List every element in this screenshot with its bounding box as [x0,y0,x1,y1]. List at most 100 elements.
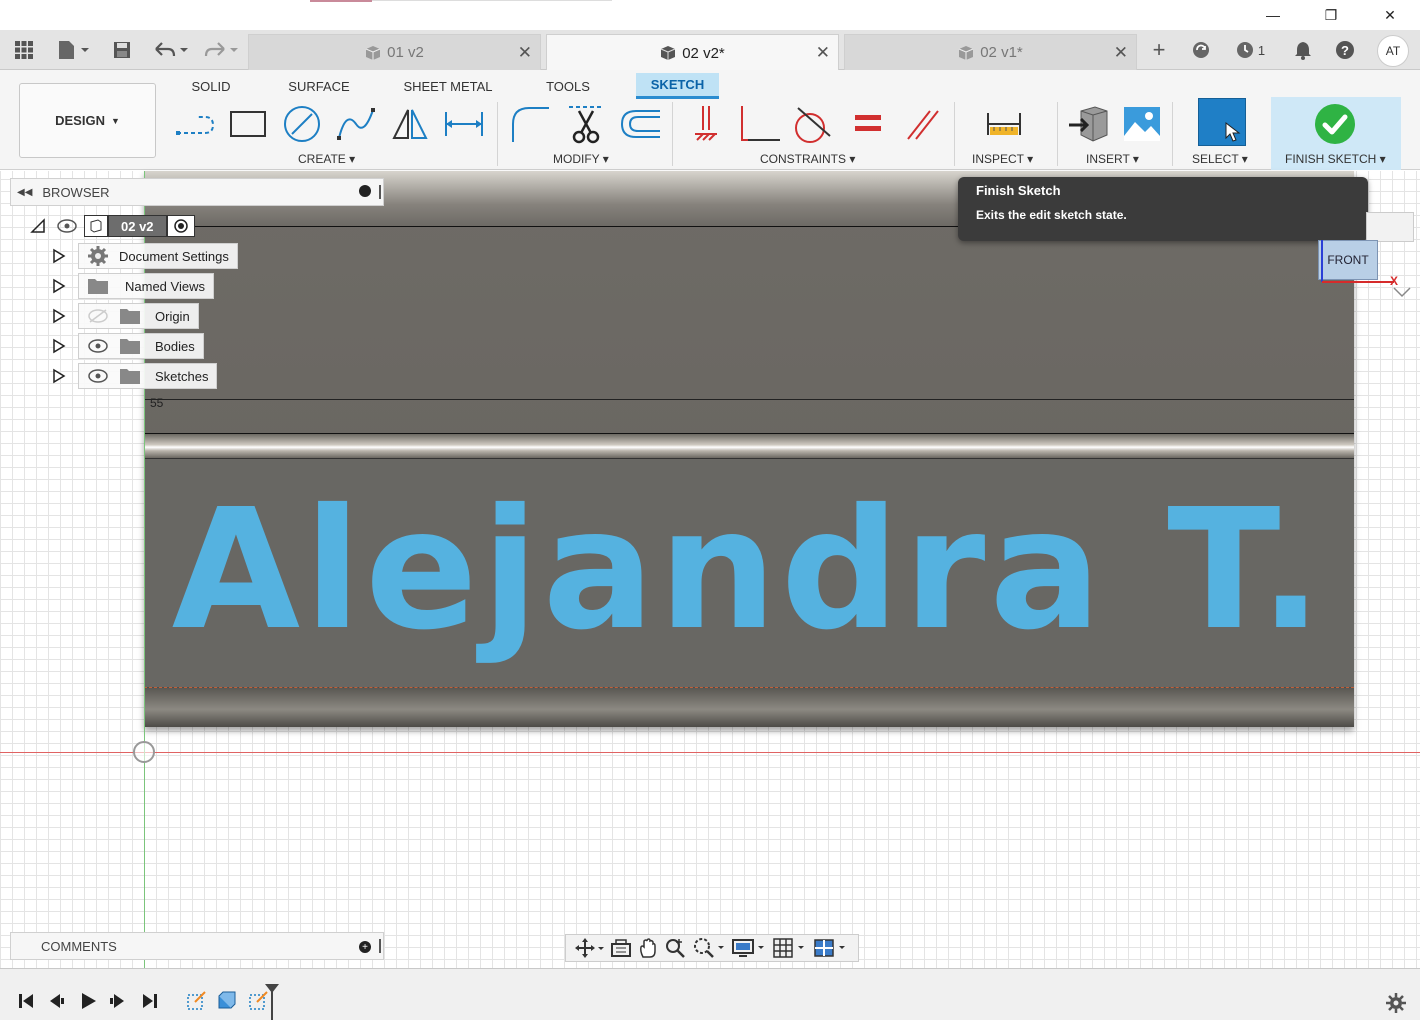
collapse-triangle-icon[interactable] [30,218,46,234]
sync-icon[interactable] [1188,38,1214,62]
eye-icon[interactable] [87,338,109,354]
fillet-tool-icon[interactable] [508,102,552,146]
display-settings-icon[interactable] [731,937,767,959]
viewcube-edge[interactable] [1366,212,1414,242]
browser-panel-header[interactable]: ◀◀ BROWSER [10,178,384,206]
equal-constraint-icon[interactable] [846,102,890,146]
close-icon[interactable]: ✕ [1114,43,1128,63]
dimension-tool-icon[interactable] [442,102,486,146]
group-insert[interactable]: INSERT ▾ [1086,152,1139,166]
line-tool-icon[interactable] [174,102,218,146]
zoom-window-icon[interactable] [692,937,726,959]
browser-item-origin[interactable]: Origin [52,303,199,329]
orbit-icon[interactable] [574,938,605,958]
add-comment-icon[interactable]: + [359,941,371,953]
minimize-panel-icon[interactable] [359,185,371,197]
pan-hand-icon[interactable] [637,937,659,959]
next-step-icon[interactable] [106,989,130,1013]
group-constraints[interactable]: CONSTRAINTS ▾ [760,152,855,166]
save-icon[interactable] [110,38,134,62]
tab-02-v1[interactable]: 02 v1* ✕ [844,34,1137,70]
help-icon[interactable]: ? [1332,38,1358,62]
timeline-sketch-feature-icon[interactable] [184,989,208,1013]
parallel-constraint-icon[interactable] [900,102,944,146]
insert-derive-icon[interactable] [1066,102,1110,146]
expand-triangle-icon[interactable] [52,368,66,384]
tab-tools[interactable]: TOOLS [538,73,598,99]
minimize-button[interactable]: — [1258,4,1288,26]
origin-point[interactable] [133,741,155,763]
avatar[interactable]: AT [1377,35,1409,67]
zoom-icon[interactable] [664,937,686,959]
browser-root-row[interactable]: 02 v2 [30,213,195,239]
expand-triangle-icon[interactable] [52,308,66,324]
group-inspect[interactable]: INSPECT ▾ [972,152,1033,166]
grid-settings-icon[interactable] [772,937,808,959]
coincident-constraint-icon[interactable] [684,102,728,146]
close-icon[interactable]: ✕ [816,43,830,63]
finish-sketch-check-icon[interactable] [1313,102,1357,146]
group-select[interactable]: SELECT ▾ [1192,152,1248,166]
tangent-constraint-icon[interactable] [790,102,834,146]
eye-icon[interactable] [87,368,109,384]
browser-item-bodies[interactable]: Bodies [52,333,204,359]
last-step-icon[interactable] [138,989,162,1013]
grid-icon[interactable] [12,38,36,62]
first-step-icon[interactable] [14,989,38,1013]
circle-tool-icon[interactable] [280,102,324,146]
eye-icon[interactable] [56,218,78,234]
timeline-extrude-feature-icon[interactable] [214,989,238,1013]
spline-tool-icon[interactable] [334,102,378,146]
rectangle-tool-icon[interactable] [226,102,270,146]
insert-image-icon[interactable] [1120,102,1164,146]
expand-triangle-icon[interactable] [52,338,66,354]
new-tab-plus-icon[interactable]: + [1146,37,1172,62]
component-icon [959,45,974,60]
previous-step-icon[interactable] [44,989,68,1013]
browser-item-sketches[interactable]: Sketches [52,363,218,389]
perpendicular-constraint-icon[interactable] [738,102,782,146]
panel-pin-icon[interactable] [379,939,381,953]
mirror-tool-icon[interactable] [388,102,432,146]
collapse-left-icon[interactable]: ◀◀ [17,187,32,198]
sketch-text[interactable]: Alejandra T. [144,488,1354,654]
eye-hidden-icon[interactable] [87,308,109,324]
restore-button[interactable]: ❐ [1316,4,1346,26]
timeline-marker[interactable] [264,983,280,1020]
redo-icon[interactable] [200,38,240,62]
workspace-switcher[interactable]: DESIGN ▼ [19,83,156,158]
offset-tool-icon[interactable] [618,102,662,146]
timeline-settings-gear-icon[interactable] [1384,991,1408,1015]
expand-triangle-icon[interactable] [52,278,66,294]
job-status-button[interactable]: 1 [1230,38,1270,62]
bell-icon[interactable] [1290,38,1316,62]
select-tool-icon[interactable] [1198,98,1246,146]
panel-pin-icon[interactable] [379,185,381,199]
expand-triangle-icon[interactable] [52,248,66,264]
browser-item-named-views[interactable]: Named Views [52,273,214,299]
viewports-icon[interactable] [813,937,849,959]
tab-surface[interactable]: SURFACE [282,73,356,99]
measure-icon[interactable] [982,102,1026,146]
comments-panel-header[interactable]: COMMENTS + [10,932,384,960]
tab-sheet-metal[interactable]: SHEET METAL [398,73,498,99]
group-create[interactable]: CREATE ▾ [298,152,355,166]
plate-body[interactable]: 55 Alejandra T. [144,171,1354,727]
play-icon[interactable] [76,989,100,1013]
close-icon[interactable]: ✕ [518,43,532,63]
look-at-icon[interactable] [610,938,632,958]
close-window-button[interactable]: ✕ [1375,4,1405,26]
activate-radio-icon[interactable] [166,215,195,237]
undo-icon[interactable] [150,38,190,62]
trim-tool-icon[interactable] [564,102,608,146]
group-modify[interactable]: MODIFY ▾ [553,152,609,166]
tab-sketch[interactable]: SKETCH [636,73,719,99]
tab-solid[interactable]: SOLID [180,73,242,99]
browser-root-label[interactable]: 02 v2 [108,215,167,237]
finish-sketch-button[interactable]: FINISH SKETCH ▾ [1285,152,1386,166]
tab-02-v2[interactable]: 02 v2* ✕ [546,34,839,71]
browser-item-document-settings[interactable]: Document Settings [52,243,238,269]
tab-01-v2[interactable]: 01 v2 ✕ [248,34,541,70]
viewcube-axes [1321,240,1411,298]
file-icon[interactable] [54,38,94,62]
